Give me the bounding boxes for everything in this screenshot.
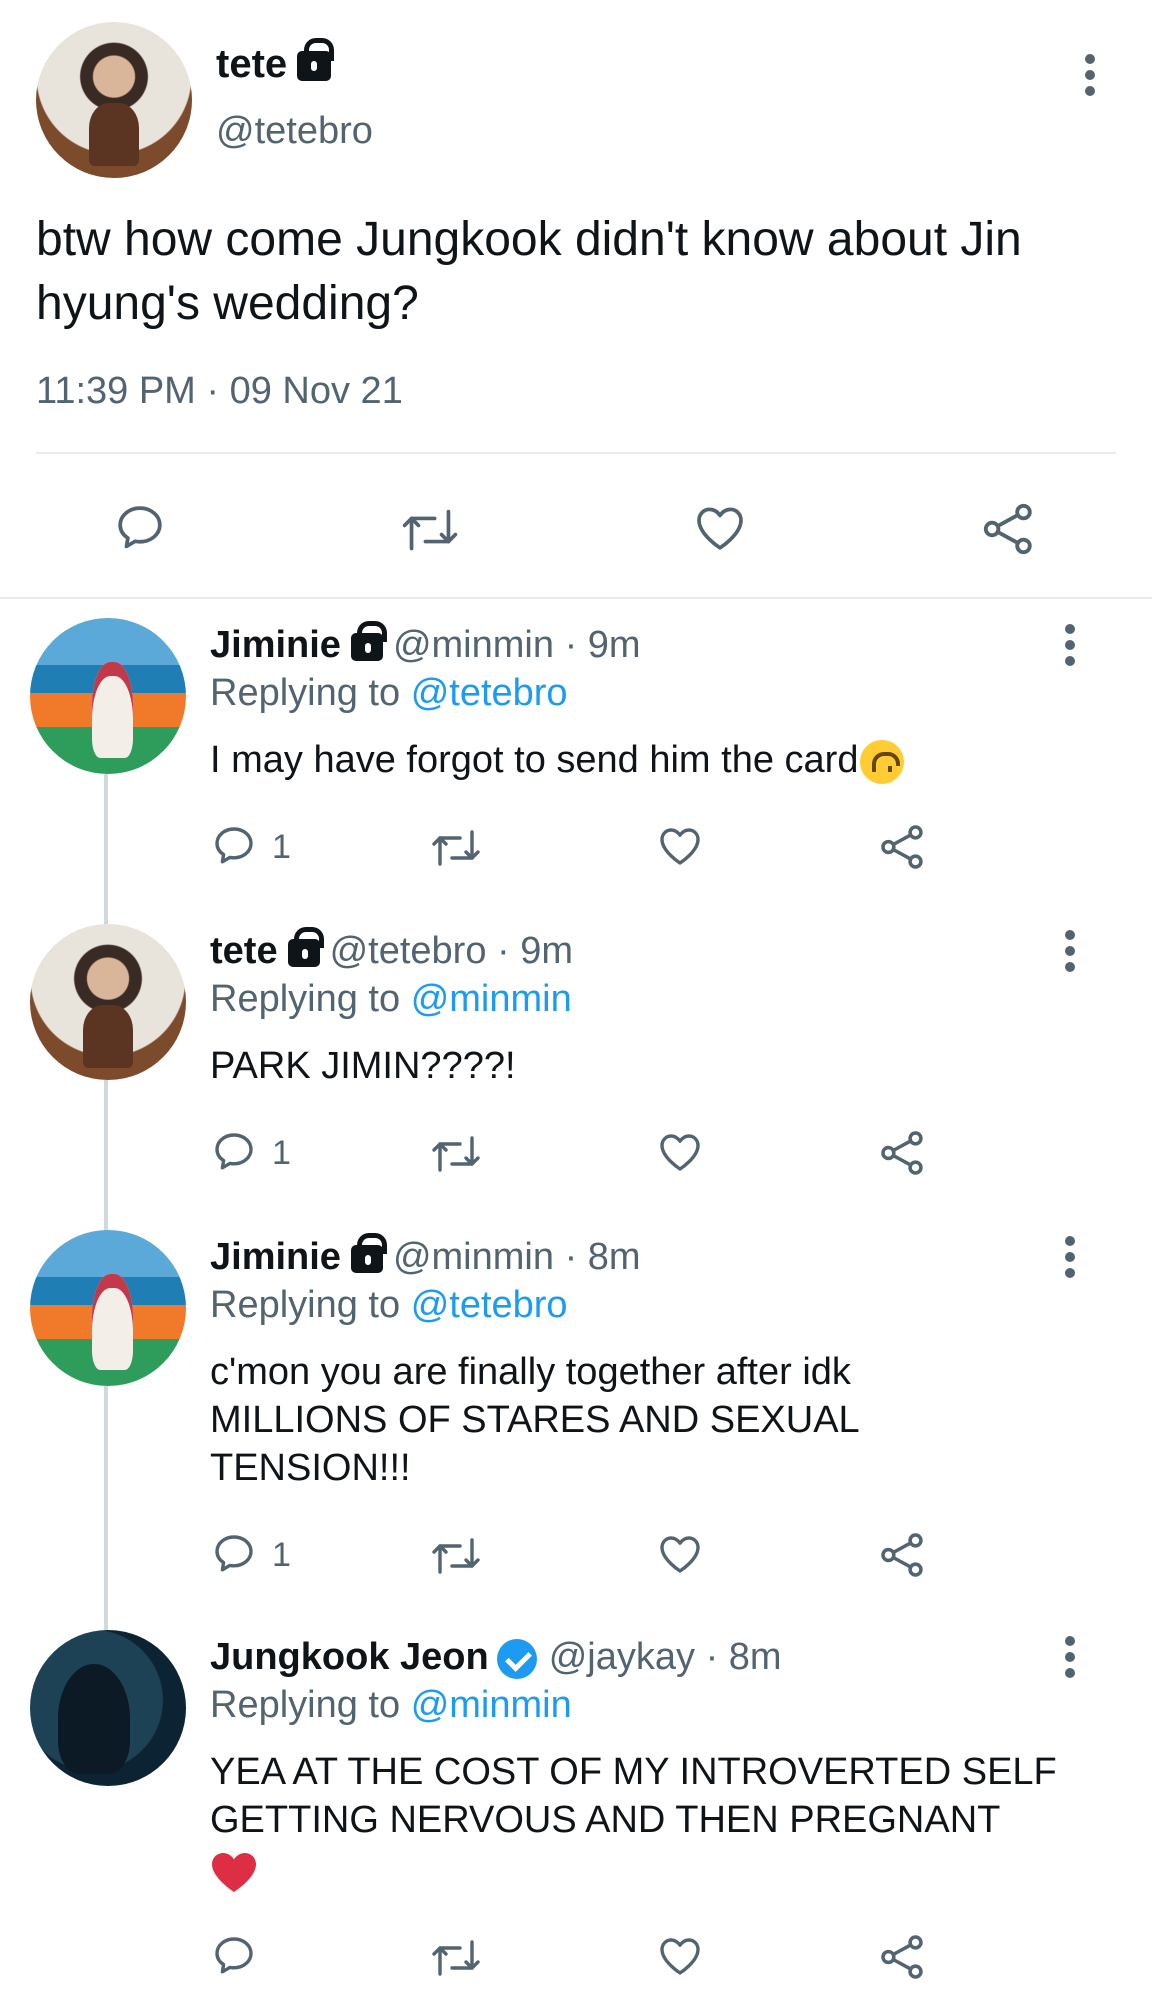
reply-actions [0, 1928, 1152, 1988]
replying-prefix: Replying to [210, 978, 401, 1020]
share-icon[interactable] [980, 500, 1038, 558]
replying-prefix: Replying to [210, 1284, 401, 1326]
more-options-icon[interactable] [1064, 930, 1076, 972]
replying-prefix: Replying to [210, 672, 401, 714]
reply-actions: 1 [0, 1124, 1152, 1184]
more-options-icon[interactable] [1064, 1236, 1076, 1278]
main-tweet: tete @tetebro btw how come Jungkook didn… [0, 0, 1152, 598]
reply-count: 1 [272, 1536, 291, 1574]
like-heart-icon[interactable] [656, 822, 704, 870]
main-tweet-actions [0, 486, 1152, 566]
reply-tweet[interactable]: Jiminie @minmin · 8m Replying to @tetebro… [0, 1212, 1152, 1612]
main-tweet-text: btw how come Jungkook didn't know about … [36, 213, 1022, 330]
reply-time[interactable]: · 9m [497, 930, 573, 972]
reply-avatar[interactable] [30, 618, 186, 774]
reply-author-name[interactable]: Jiminie [210, 624, 341, 666]
reply-time[interactable]: · 9m [565, 624, 641, 666]
like-heart-icon[interactable] [656, 1128, 704, 1176]
reply-icon[interactable] [210, 1932, 258, 1980]
like-heart-icon[interactable] [656, 1530, 704, 1578]
reply-tweet[interactable]: Jiminie @minmin · 9m Replying to @tetebro… [0, 600, 1152, 906]
main-tweet-author-name[interactable]: tete [216, 42, 287, 86]
share-icon[interactable] [878, 1128, 928, 1178]
reply-tweet[interactable]: tete @tetebro · 9m Replying to @minmin PA… [0, 906, 1152, 1212]
upside-down-face-emoji [860, 739, 905, 784]
reply-icon[interactable] [112, 500, 168, 556]
red-heart-emoji [212, 1852, 256, 1892]
mention-link[interactable]: @tetebro [411, 1284, 568, 1326]
retweet-icon[interactable] [430, 1130, 482, 1178]
replying-prefix: Replying to [210, 1684, 401, 1726]
reply-text: c'mon you are finally together after idk… [210, 1351, 859, 1489]
retweet-icon[interactable] [430, 824, 482, 872]
retweet-icon[interactable] [430, 1532, 482, 1580]
main-tweet-handle[interactable]: @tetebro [216, 110, 373, 153]
protected-lock-icon [350, 620, 387, 661]
more-options-icon[interactable] [1064, 1636, 1076, 1678]
reply-icon[interactable] [210, 1530, 258, 1578]
divider [0, 597, 1152, 599]
reply-actions: 1 [0, 1526, 1152, 1586]
reply-handle[interactable]: @minmin [393, 1236, 554, 1278]
reply-text: I may have forgot to send him the card [210, 736, 1110, 784]
protected-lock-icon [297, 38, 335, 82]
reply-actions: 1 [0, 818, 1152, 878]
reply-time[interactable]: · 8m [706, 1636, 782, 1678]
mention-link[interactable]: @minmin [411, 978, 572, 1020]
main-tweet-timestamp[interactable]: 11:39 PM · 09 Nov 21 [36, 370, 403, 413]
reply-icon[interactable] [210, 822, 258, 870]
main-tweet-avatar[interactable] [36, 22, 192, 178]
reply-author[interactable]: Jiminie @minmin · 8m [210, 1232, 641, 1279]
reply-time[interactable]: · 8m [565, 1236, 641, 1278]
reply-handle[interactable]: @minmin [393, 624, 554, 666]
reply-author-name[interactable]: Jungkook Jeon [210, 1636, 489, 1678]
retweet-icon[interactable] [430, 1934, 482, 1982]
like-heart-icon[interactable] [692, 500, 748, 556]
share-icon[interactable] [878, 1530, 928, 1580]
main-tweet-author[interactable]: tete [216, 38, 335, 87]
reply-tweet[interactable]: Jungkook Jeon @jaykay · 8m Replying to @m… [0, 1612, 1152, 2010]
reply-author[interactable]: Jiminie @minmin · 9m [210, 620, 641, 667]
more-options-icon[interactable] [1084, 54, 1096, 96]
replying-to: Replying to @tetebro [210, 1284, 568, 1327]
reply-author[interactable]: tete @tetebro · 9m [210, 926, 573, 973]
mention-link[interactable]: @tetebro [411, 672, 568, 714]
reply-author-name[interactable]: tete [210, 930, 278, 972]
reply-author-name[interactable]: Jiminie [210, 1236, 341, 1278]
divider [36, 452, 1116, 454]
reply-count: 1 [272, 1134, 291, 1172]
reply-text: PARK JIMIN????! [210, 1045, 516, 1087]
reply-avatar[interactable] [30, 1630, 186, 1786]
protected-lock-icon [350, 1232, 387, 1273]
reply-avatar[interactable] [30, 924, 186, 1080]
reply-icon[interactable] [210, 1128, 258, 1176]
protected-lock-icon [287, 926, 324, 967]
share-icon[interactable] [878, 1932, 928, 1982]
share-icon[interactable] [878, 822, 928, 872]
reply-handle[interactable]: @tetebro [330, 930, 487, 972]
reply-text-content: YEA AT THE COST OF MY INTROVERTED SELF G… [210, 1751, 1057, 1841]
reply-avatar[interactable] [30, 1230, 186, 1386]
retweet-icon[interactable] [400, 502, 460, 558]
replying-to: Replying to @minmin [210, 978, 572, 1021]
reply-handle[interactable]: @jaykay [549, 1636, 695, 1678]
reply-author[interactable]: Jungkook Jeon @jaykay · 8m [210, 1636, 782, 1679]
verified-badge-icon [496, 1638, 537, 1679]
mention-link[interactable]: @minmin [411, 1684, 572, 1726]
replying-to: Replying to @minmin [210, 1684, 572, 1727]
reply-count: 1 [272, 828, 291, 866]
more-options-icon[interactable] [1064, 624, 1076, 666]
replying-to: Replying to @tetebro [210, 672, 568, 715]
like-heart-icon[interactable] [656, 1932, 704, 1980]
reply-text-content: I may have forgot to send him the card [210, 739, 859, 781]
reply-text: YEA AT THE COST OF MY INTROVERTED SELF G… [210, 1748, 1110, 1894]
